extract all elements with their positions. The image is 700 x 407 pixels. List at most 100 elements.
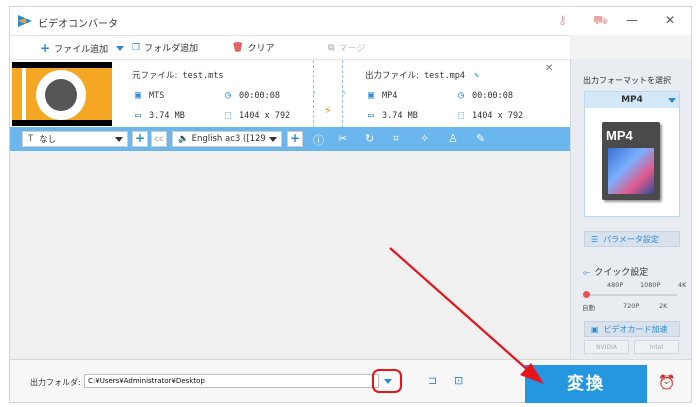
folder-add-icon: ❐ bbox=[132, 42, 141, 53]
text-icon: T bbox=[28, 134, 34, 144]
title-bar: ビデオコンバータ ⚷ ⛟ — ✕ bbox=[10, 7, 691, 35]
chevron-right-icon: › bbox=[312, 86, 317, 99]
effects-wand-icon[interactable]: ✧ bbox=[420, 132, 429, 145]
chevron-down-icon bbox=[269, 137, 277, 142]
mp4-format-icon: MP4 bbox=[602, 122, 660, 200]
output-file-name: test.mp4 bbox=[424, 71, 465, 81]
parameter-settings-label: パラメータ設定 bbox=[603, 234, 659, 244]
source-resolution: ⬚ 1404 x 792 bbox=[222, 110, 290, 121]
add-subtitle-button[interactable]: + bbox=[132, 131, 148, 147]
parameter-settings-button[interactable]: ☰ パラメータ設定 bbox=[584, 231, 680, 247]
chevron-down-icon bbox=[115, 137, 123, 142]
audio-track-value: English ac3 ([129 bbox=[191, 134, 266, 144]
video-file-icon: ▣ bbox=[367, 90, 375, 101]
plus-icon: + bbox=[40, 41, 51, 55]
rotate-icon[interactable]: ↻ bbox=[365, 132, 374, 145]
watermark-stamp-icon[interactable]: ♙ bbox=[448, 132, 458, 145]
add-folder-button[interactable]: ❐ フォルダ追加 bbox=[132, 41, 199, 55]
output-format-panel: 出力フォーマットを選択 MP4 MP4 ☰ パラメータ設定 ⟜ クイック設定 48… bbox=[570, 59, 691, 359]
key-icon[interactable]: ⚷ bbox=[558, 13, 567, 27]
mp4-format-art-label: MP4 bbox=[606, 128, 633, 143]
file-list-area bbox=[10, 151, 570, 359]
source-file-name: test.mts bbox=[182, 71, 224, 81]
lightning-icon: ⚡ bbox=[324, 104, 332, 117]
intel-badge[interactable]: Intel bbox=[634, 340, 679, 354]
file-item[interactable]: 元ファイル: test.mts ▣ MTS ◷ 00:00:08 ▭ 3.74 MB … bbox=[10, 59, 570, 128]
info-icon[interactable]: ⓘ bbox=[313, 132, 324, 148]
app-window: ビデオコンバータ ⚷ ⛟ — ✕ + ファイル追加 ❐ フォルダ追加 🗑 クリア… bbox=[9, 6, 692, 403]
bottom-bar: 出力フォルダ: C:¥Users¥Administrator¥Desktop ⊐… bbox=[10, 359, 691, 403]
quick-tick-2k: 2K bbox=[659, 302, 668, 310]
pencil-icon[interactable]: ✎ bbox=[474, 71, 479, 81]
clock-icon: ◷ bbox=[457, 90, 465, 101]
alarm-clock-icon[interactable]: ⏰ bbox=[658, 375, 675, 391]
folder-icon: ▭ bbox=[134, 110, 142, 121]
add-folder-label: フォルダ追加 bbox=[144, 44, 199, 54]
video-thumbnail[interactable] bbox=[12, 62, 112, 126]
add-file-dropdown-icon[interactable] bbox=[116, 46, 124, 52]
chevron-right-icon: › bbox=[342, 86, 347, 99]
resolution-icon: ⬚ bbox=[224, 110, 232, 121]
merge-icon: ⧉ bbox=[328, 42, 335, 53]
speaker-icon: 🔈 bbox=[178, 134, 189, 144]
chevron-down-icon bbox=[668, 98, 676, 103]
resolution-icon: ⬚ bbox=[457, 110, 465, 121]
format-selector[interactable]: MP4 MP4 bbox=[584, 91, 680, 217]
quick-tick-4k: 4K bbox=[678, 281, 687, 289]
source-file-label: 元ファイル: bbox=[132, 71, 178, 81]
output-file-label: 出力ファイル: bbox=[365, 71, 419, 81]
open-output-folder-icon[interactable]: ⊡ bbox=[454, 374, 463, 387]
output-size: ▭ 3.74 MB bbox=[365, 110, 418, 121]
window-title: ビデオコンバータ bbox=[38, 19, 118, 30]
output-file-line: 出力ファイル: test.mp4 ✎ bbox=[365, 69, 479, 81]
output-folder-label: 出力フォルダ: bbox=[30, 378, 81, 387]
merge-button[interactable]: ⧉ マージ bbox=[328, 41, 366, 55]
add-file-button[interactable]: + ファイル追加 bbox=[40, 41, 108, 55]
nvidia-badge[interactable]: NVIDIA bbox=[584, 340, 629, 354]
quick-settings-icon: ⟜ bbox=[583, 268, 591, 278]
add-file-label: ファイル追加 bbox=[54, 44, 109, 55]
clear-label: クリア bbox=[247, 44, 275, 54]
source-size: ▭ 3.74 MB bbox=[132, 110, 185, 121]
track-bar: T なし + cc 🔈 English ac3 ([129 + ⓘ ✂ ↻ ⌗ … bbox=[10, 127, 570, 151]
quick-tick-1080p: 1080P bbox=[640, 281, 661, 289]
cart-icon[interactable]: ⛟ bbox=[593, 13, 608, 29]
toolbar: + ファイル追加 ❐ フォルダ追加 🗑 クリア ⧉ マージ bbox=[10, 35, 570, 59]
output-format-title: 出力フォーマットを選択 bbox=[583, 76, 671, 85]
trash-icon: 🗑 bbox=[232, 42, 244, 53]
output-folder-input[interactable]: C:¥Users¥Administrator¥Desktop bbox=[84, 374, 379, 388]
minimize-button[interactable]: — bbox=[626, 13, 638, 27]
source-format: ▣ MTS bbox=[132, 90, 164, 101]
audio-track-select[interactable]: 🔈 English ac3 ([129 bbox=[172, 131, 282, 147]
gpu-vendor-row: NVIDIA Intel bbox=[584, 340, 680, 356]
output-resolution: ⬚ 1404 x 792 bbox=[455, 110, 523, 121]
scissors-icon[interactable]: ✂ bbox=[338, 132, 347, 145]
folder-icon: ▭ bbox=[367, 110, 375, 121]
add-audio-button[interactable]: + bbox=[287, 131, 303, 147]
convert-direction-divider bbox=[313, 60, 343, 128]
crop-icon[interactable]: ⌗ bbox=[393, 132, 399, 146]
gpu-acceleration-label: ビデオカード加速 bbox=[603, 324, 668, 334]
highlight-circle bbox=[372, 369, 402, 393]
browse-folder-icon[interactable]: ⊐ bbox=[428, 374, 437, 387]
output-duration: ◷ 00:00:08 bbox=[455, 90, 513, 101]
quick-tick-auto: 自動 bbox=[582, 304, 595, 312]
subtitle-edit-icon[interactable]: ✎ bbox=[476, 132, 485, 145]
app-logo-icon bbox=[18, 15, 32, 27]
source-duration: ◷ 00:00:08 bbox=[222, 90, 280, 101]
subtitle-select[interactable]: T なし bbox=[22, 131, 128, 147]
remove-file-icon[interactable]: ✕ bbox=[545, 63, 553, 74]
chip-icon: ▣ bbox=[591, 324, 599, 334]
sliders-icon: ☰ bbox=[591, 234, 599, 244]
gpu-acceleration-button[interactable]: ▣ ビデオカード加速 bbox=[584, 321, 680, 337]
close-window-button[interactable]: ✕ bbox=[665, 13, 675, 27]
quick-settings-label: ⟜ クイック設定 bbox=[583, 268, 649, 278]
convert-button[interactable]: 変換 bbox=[525, 365, 647, 403]
video-file-icon: ▣ bbox=[134, 90, 142, 101]
subtitle-cc-icon[interactable]: cc bbox=[151, 131, 167, 147]
clear-button[interactable]: 🗑 クリア bbox=[232, 41, 275, 55]
output-format: ▣ MP4 bbox=[365, 90, 397, 101]
quick-slider-knob[interactable] bbox=[583, 291, 590, 298]
merge-label: マージ bbox=[338, 44, 366, 54]
quick-quality-slider[interactable] bbox=[587, 294, 677, 296]
